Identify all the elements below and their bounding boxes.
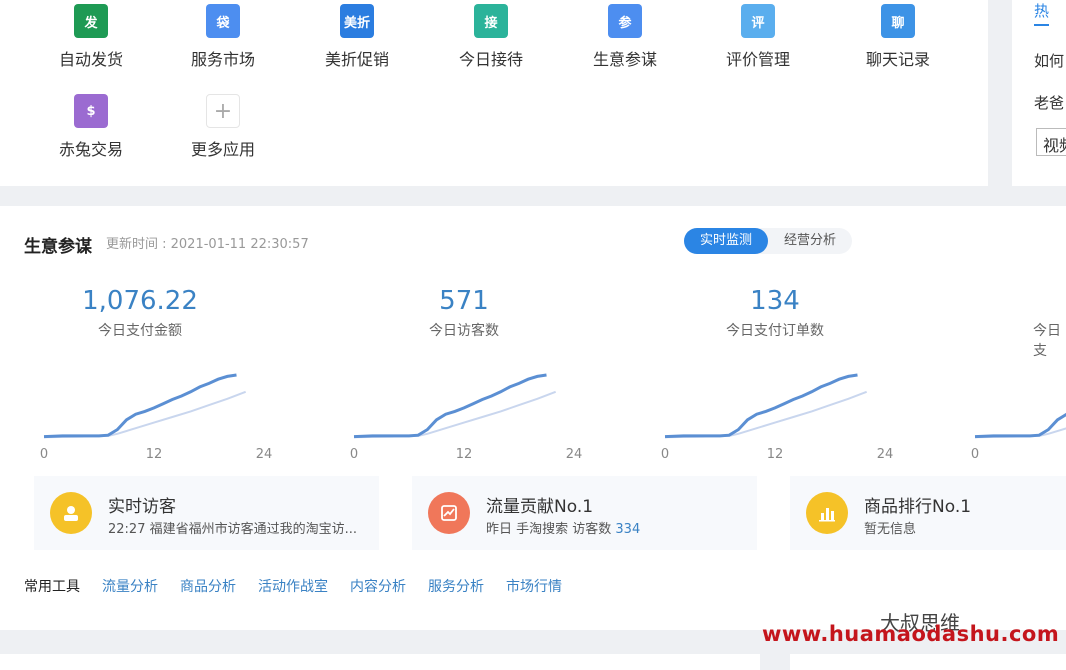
- app-label: 美折促销: [324, 50, 389, 69]
- discount-icon: 美折: [340, 4, 374, 38]
- app-label: 聊天记录: [865, 50, 930, 69]
- section-title: 生意参谋: [24, 237, 92, 257]
- metric-label: 今日支付金额: [98, 323, 182, 339]
- app-label: 赤兔交易: [58, 140, 123, 159]
- tool-traffic-analysis[interactable]: 流量分析: [102, 576, 158, 596]
- app-user[interactable]: 接今日接待: [436, 4, 546, 70]
- rank-icon: [806, 492, 848, 534]
- metric-label: 今日支付订单数: [726, 323, 824, 339]
- x-tick-label: 24: [566, 447, 583, 462]
- metric-label: 今日支: [1033, 323, 1061, 359]
- tools-label: 常用工具: [24, 579, 80, 595]
- apps-card: 发自动发货袋服务市场 美折 美折促销接今日接待参生意参谋评评价管理聊聊天记录 $ 赤兔交…: [0, 0, 988, 186]
- info-sub: 22:27 福建省福州市访客通过我的淘宝访...: [108, 522, 357, 537]
- app-compass[interactable]: 参生意参谋: [570, 4, 680, 70]
- plus-icon: +: [206, 94, 240, 128]
- metric-visitors[interactable]: 571 今日访客数: [334, 286, 594, 340]
- info-product-rank[interactable]: 商品排行No.1 暂无信息: [790, 476, 1066, 550]
- app-label: 评价管理: [725, 50, 790, 69]
- app-label: 更多应用: [190, 140, 255, 159]
- view-tabs: 实时监测 经营分析: [684, 228, 853, 254]
- review-icon: 评: [741, 4, 775, 38]
- info-title: 商品排行No.1: [864, 497, 972, 517]
- compass-icon: 参: [608, 4, 642, 38]
- sparkline-payment: 0 12 24: [40, 373, 273, 462]
- x-tick-label: 12: [456, 447, 473, 462]
- tool-market-trends[interactable]: 市场行情: [506, 576, 562, 596]
- app-label: 服务市场: [190, 50, 255, 69]
- app-label: 生意参谋: [592, 50, 657, 69]
- app-money-bag[interactable]: $ 赤兔交易: [36, 94, 146, 160]
- sparkline-orders: 0 12 24: [661, 373, 894, 462]
- update-time: 更新时间 : 2021-01-11 22:30:57: [106, 237, 309, 252]
- right-panel-line-2[interactable]: 老爸: [1034, 92, 1064, 113]
- series-today-line: [974, 412, 1066, 439]
- tool-campaign-room[interactable]: 活动作战室: [258, 576, 328, 596]
- x-tick-label: 24: [256, 447, 273, 462]
- metric-payment-amount[interactable]: 1,076.22 今日支付金额: [10, 286, 270, 340]
- money-bag-icon: $: [74, 94, 108, 128]
- metric-value: 134: [750, 286, 800, 316]
- info-title: 流量贡献No.1: [486, 497, 594, 517]
- app-discount[interactable]: 美折 美折促销: [302, 4, 412, 70]
- info-title: 实时访客: [108, 497, 176, 517]
- next-card-right: [790, 654, 1066, 670]
- app-plus[interactable]: + 更多应用: [168, 94, 278, 160]
- tab-operation-analysis[interactable]: 经营分析: [768, 228, 852, 254]
- x-tick-label: 24: [877, 447, 894, 462]
- chat-record-icon: 聊: [881, 4, 915, 38]
- info-sub: 昨日 手淘搜索 访客数 334: [486, 522, 641, 537]
- metric-label: 今日访客数: [429, 323, 499, 339]
- tab-realtime[interactable]: 实时监测: [684, 228, 769, 254]
- info-sub: 暂无信息: [864, 522, 917, 537]
- metric-partial[interactable]: 今日支: [1033, 286, 1066, 360]
- metric-orders[interactable]: 134 今日支付订单数: [645, 286, 905, 340]
- right-panel: 热 如何 老爸 视频: [1012, 0, 1066, 186]
- metric-value: 1,076.22: [82, 286, 198, 316]
- app-delivery[interactable]: 发自动发货: [36, 4, 146, 70]
- sparkline-visitors: 0 12 24: [350, 373, 583, 462]
- info-traffic-contribution[interactable]: 流量贡献No.1 昨日 手淘搜索 访客数 334: [412, 476, 757, 550]
- series-yesterday-line: [974, 427, 1066, 439]
- app-label: 今日接待: [458, 50, 523, 69]
- business-advisor-card: 生意参谋 更新时间 : 2021-01-11 22:30:57 实时监测 经营分…: [0, 206, 1066, 630]
- metric-value: [1033, 286, 1066, 316]
- user-icon: 接: [474, 4, 508, 38]
- next-card: [0, 654, 760, 670]
- app-label: 自动发货: [58, 50, 123, 69]
- right-panel-line-1[interactable]: 如何: [1034, 50, 1064, 71]
- tool-product-analysis[interactable]: 商品分析: [180, 576, 236, 596]
- series-yesterday-line: [353, 390, 557, 439]
- app-chat-record[interactable]: 聊聊天记录: [843, 4, 953, 70]
- x-tick-label: 0: [40, 447, 48, 462]
- traffic-icon: [428, 492, 470, 534]
- common-tools: 常用工具 流量分析 商品分析 活动作战室 内容分析 服务分析 市场行情: [24, 576, 584, 596]
- app-review[interactable]: 评评价管理: [703, 4, 813, 70]
- delivery-icon: 发: [74, 4, 108, 38]
- sparkline-partial: 01224: [971, 412, 1066, 462]
- x-tick-label: 0: [661, 447, 669, 462]
- app-bag[interactable]: 袋服务市场: [168, 4, 278, 70]
- info-realtime-visitor[interactable]: 实时访客 22:27 福建省福州市访客通过我的淘宝访...: [34, 476, 379, 550]
- tool-service-analysis[interactable]: 服务分析: [428, 576, 484, 596]
- bag-icon: 袋: [206, 4, 240, 38]
- metric-value: 571: [439, 286, 489, 316]
- x-tick-label: 12: [146, 447, 163, 462]
- hot-tab[interactable]: 热: [1034, 0, 1050, 26]
- x-tick-label: 12: [767, 447, 784, 462]
- series-yesterday-line: [43, 390, 247, 439]
- watermark-url: www.huamaodashu.com: [762, 622, 1060, 646]
- x-tick-label: 0: [350, 447, 358, 462]
- video-button[interactable]: 视频: [1036, 128, 1066, 156]
- visitor-icon: [50, 492, 92, 534]
- tool-content-analysis[interactable]: 内容分析: [350, 576, 406, 596]
- x-tick-label: 0: [971, 447, 979, 462]
- visitor-count: 334: [615, 522, 641, 537]
- series-yesterday-line: [664, 390, 868, 439]
